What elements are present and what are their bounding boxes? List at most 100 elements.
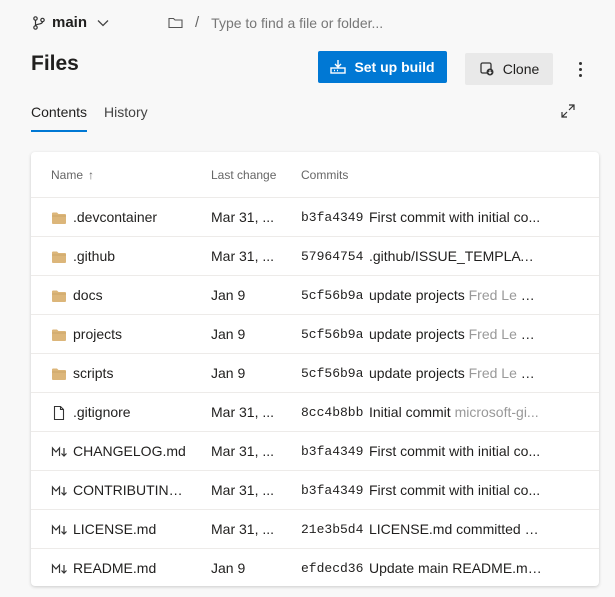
file-name[interactable]: docs — [73, 287, 191, 303]
tab-bar: Contents History — [31, 104, 148, 132]
top-bar: main / — [0, 0, 615, 48]
commit-author: Fred Le C... — [468, 287, 542, 303]
tab-contents[interactable]: Contents — [31, 104, 88, 132]
commit-message: .github/ISSUE_TEMPLATE.... — [369, 248, 542, 264]
clone-label: Clone — [502, 61, 540, 77]
folder-icon — [51, 249, 67, 265]
commit-message-text: .github/ISSUE_TEMPLATE.... — [369, 248, 542, 264]
last-change: Mar 31, ... — [211, 404, 275, 420]
commit-hash[interactable]: 5cf56b9a — [301, 327, 363, 342]
path-separator: / — [195, 14, 200, 31]
commit-message-text: First commit with initial co... — [369, 443, 541, 459]
more-options-icon[interactable] — [572, 60, 588, 78]
folder-outline-icon[interactable] — [168, 16, 183, 29]
commit-message: First commit with initial co... — [369, 443, 542, 459]
commit-hash[interactable]: 5cf56b9a — [301, 288, 363, 303]
file-name[interactable]: CONTRIBUTING.... — [73, 482, 191, 498]
sort-ascending-icon: ↑ — [88, 168, 95, 182]
clone-icon — [479, 61, 495, 77]
last-change: Mar 31, ... — [211, 443, 275, 459]
commit-message: Initial commit microsoft-gi... — [369, 404, 542, 420]
commit-message: LICENSE.md committed M... — [369, 521, 542, 537]
commit-message-text: Initial commit — [369, 404, 455, 420]
expand-icon[interactable] — [561, 104, 575, 123]
commit-message-text: update projects — [369, 326, 469, 342]
commit-message: First commit with initial co... — [369, 209, 542, 225]
file-name[interactable]: .gitignore — [73, 404, 191, 420]
last-change: Mar 31, ... — [211, 248, 275, 264]
table-body: .devcontainer Mar 31, ... b3fa4349 First co… — [31, 197, 599, 587]
commit-message-text: update projects — [369, 365, 469, 381]
commit-hash[interactable]: 5cf56b9a — [301, 366, 363, 381]
commit-message: First commit with initial co... — [369, 482, 542, 498]
commit-message-text: Update main README.md... — [369, 560, 542, 576]
folder-icon — [51, 366, 67, 382]
last-change: Jan 9 — [211, 365, 246, 381]
clone-button[interactable]: Clone — [465, 53, 553, 85]
folder-icon — [51, 210, 67, 226]
commit-hash[interactable]: efdecd36 — [301, 561, 363, 576]
branch-icon — [32, 15, 46, 30]
commit-message-text: First commit with initial co... — [369, 482, 541, 498]
branch-selector[interactable]: main — [32, 14, 109, 31]
column-commits-header[interactable]: Commits — [301, 168, 348, 182]
table-row[interactable]: CONTRIBUTING.... Mar 31, ... b3fa4349 First… — [31, 470, 599, 509]
table-row[interactable]: .github Mar 31, ... 57964754 .github/ISSUE_… — [31, 236, 599, 275]
file-name[interactable]: .devcontainer — [73, 209, 191, 225]
file-name[interactable]: README.md — [73, 560, 191, 576]
table-row[interactable]: README.md Jan 9 efdecd36 Update main README… — [31, 548, 599, 587]
last-change: Jan 9 — [211, 287, 246, 303]
branch-name: main — [52, 14, 88, 31]
table-header: Name ↑ Last change Commits — [31, 152, 599, 196]
chevron-down-icon — [97, 19, 109, 27]
last-change: Jan 9 — [211, 326, 246, 342]
file-name[interactable]: CHANGELOG.md — [73, 443, 191, 459]
commit-hash[interactable]: b3fa4349 — [301, 210, 363, 225]
file-name[interactable]: LICENSE.md — [73, 521, 191, 537]
commit-author: Fred Le C... — [468, 365, 542, 381]
commit-hash[interactable]: b3fa4349 — [301, 483, 363, 498]
commit-author: microsoft-gi... — [454, 404, 539, 420]
commit-hash[interactable]: 8cc4b8bb — [301, 405, 363, 420]
table-row[interactable]: LICENSE.md Mar 31, ... 21e3b5d4 LICENSE.md … — [31, 509, 599, 548]
file-icon — [51, 405, 67, 421]
markdown-icon — [51, 561, 67, 577]
last-change: Jan 9 — [211, 560, 246, 576]
commit-hash[interactable]: 57964754 — [301, 249, 363, 264]
commit-hash[interactable]: b3fa4349 — [301, 444, 363, 459]
files-table: Name ↑ Last change Commits .devcontainer… — [31, 152, 599, 586]
table-row[interactable]: projects Jan 9 5cf56b9a update projects Fre… — [31, 314, 599, 353]
commit-message-text: update projects — [369, 287, 469, 303]
last-change: Mar 31, ... — [211, 482, 275, 498]
commit-message: Update main README.md... — [369, 560, 542, 576]
page-title: Files — [31, 52, 79, 75]
column-name-label: Name — [51, 168, 84, 182]
file-name[interactable]: .github — [73, 248, 191, 264]
table-row[interactable]: .gitignore Mar 31, ... 8cc4b8bb Initial com… — [31, 392, 599, 431]
commit-hash[interactable]: 21e3b5d4 — [301, 522, 363, 537]
folder-icon — [51, 327, 67, 343]
set-up-build-button[interactable]: Set up build — [318, 51, 447, 83]
column-last-change-header[interactable]: Last change — [211, 168, 276, 182]
last-change: Mar 31, ... — [211, 521, 275, 537]
column-name-header[interactable]: Name ↑ — [51, 168, 94, 182]
table-row[interactable]: scripts Jan 9 5cf56b9a update projects Fred… — [31, 353, 599, 392]
table-row[interactable]: CHANGELOG.md Mar 31, ... b3fa4349 First com… — [31, 431, 599, 470]
markdown-icon — [51, 522, 67, 538]
build-icon — [330, 59, 347, 75]
commit-message-text: LICENSE.md committed — [369, 521, 525, 537]
path-search-input[interactable] — [211, 14, 442, 31]
markdown-icon — [51, 444, 67, 460]
folder-icon — [51, 288, 67, 304]
last-change: Mar 31, ... — [211, 209, 275, 225]
commit-message: update projects Fred Le C... — [369, 287, 542, 303]
table-row[interactable]: .devcontainer Mar 31, ... b3fa4349 First co… — [31, 197, 599, 236]
set-up-build-label: Set up build — [354, 59, 435, 75]
table-row[interactable]: docs Jan 9 5cf56b9a update projects Fred Le… — [31, 275, 599, 314]
file-name[interactable]: projects — [73, 326, 191, 342]
file-name[interactable]: scripts — [73, 365, 191, 381]
markdown-icon — [51, 483, 67, 499]
commit-message: update projects Fred Le C... — [369, 326, 542, 342]
tab-history[interactable]: History — [104, 104, 148, 129]
commit-author: Fred Le C... — [468, 326, 542, 342]
